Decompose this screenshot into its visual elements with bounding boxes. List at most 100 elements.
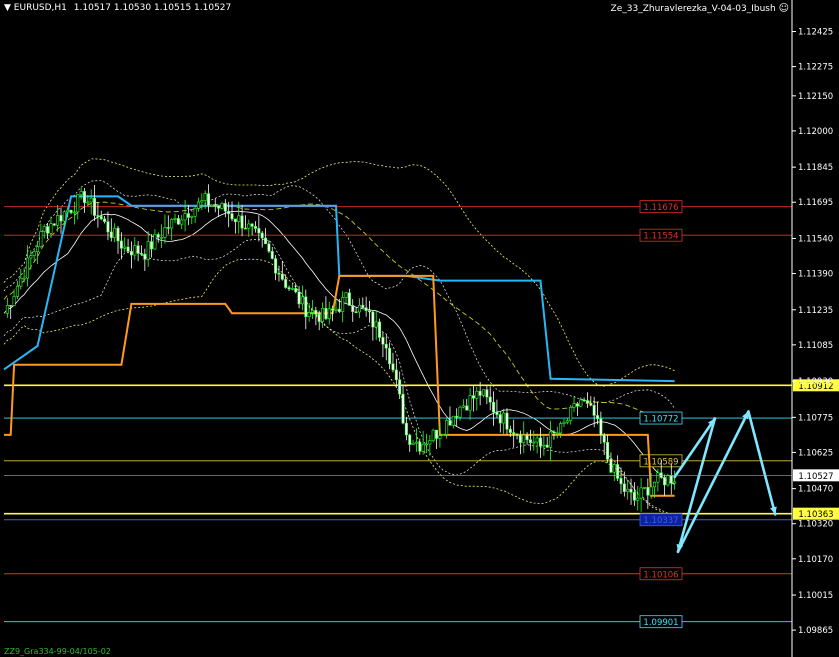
candle-body [374,321,378,328]
candle-body [300,296,304,305]
candle-body [378,321,382,338]
tick-label-12: 1.10625 [798,448,833,458]
candle-body [126,246,130,252]
tick-label-6: 1.11540 [798,234,833,244]
forecast-segment-2 [676,410,750,554]
candle-body [482,389,486,396]
candle-body [186,213,190,218]
tick-label-8: 1.11235 [798,306,833,316]
candle-body [619,478,623,485]
candle-body [391,363,395,371]
candle-body [264,237,268,245]
candle-body [606,442,610,460]
candle-body [129,251,133,256]
ma-line [3,210,675,485]
candle-body [632,491,636,501]
candle-body [411,442,415,445]
level-label-6: 1.10337 [643,516,678,526]
candle-body [12,296,16,306]
candle-body [217,205,221,209]
candle-body [401,393,405,424]
candle-body [475,390,479,399]
candle-body [616,464,620,479]
candle-body [19,277,23,287]
candle-body [448,420,452,426]
candle-body [582,399,586,402]
candle-body [193,208,197,217]
candle-body [223,203,227,212]
candle-body [304,296,308,317]
candle-body [59,215,63,222]
candle-body [290,288,294,290]
tick-label-9: 1.11085 [798,341,833,351]
smiley-icon: ☺ [778,3,789,14]
candle-body [200,200,204,203]
ohlc-values: 1.10517 1.10530 1.10515 1.10527 [73,3,232,13]
candle-body [190,215,194,218]
header-triangle-icon: ▼ [4,3,11,13]
candle-body [602,434,606,443]
candle-body [435,429,439,439]
candle-body [119,240,123,249]
candle-body [253,226,257,229]
candle-body [512,432,516,435]
candle-body [364,307,368,311]
price-chart[interactable]: 1.116761.115541.107721.105891.103371.101… [0,0,839,657]
candle-body [562,421,566,424]
candle-body [314,310,318,315]
candle-body [478,390,482,396]
candle-body [421,443,425,452]
candle-body [414,441,418,444]
candle-body [5,304,9,314]
tick-label-3: 1.12000 [798,127,833,137]
candle-body [455,415,459,418]
symbol-label: EURUSD,H1 [13,3,67,13]
candle-body [357,304,361,313]
candle-body [240,215,244,229]
candle-body [431,429,435,441]
candle-body [237,215,241,223]
candle-body [42,226,46,232]
candle-body [287,287,291,290]
candle-body [36,246,40,252]
candle-body [176,218,180,225]
candle-body [458,406,462,418]
candle-body [351,305,355,313]
candle-body [612,464,616,473]
candle-body [79,191,83,195]
candle-body [173,218,177,220]
candle-body [136,245,140,254]
candle-body [528,439,532,444]
candle-body [666,475,670,486]
candle-body [163,227,167,238]
candle-body [183,213,187,221]
forecast-segment-1 [676,417,717,554]
forecast-segment-0 [673,417,717,479]
candle-body [515,433,519,436]
candle-body [461,405,465,408]
candle-body [341,297,345,312]
candle-body [559,423,563,434]
candle-body [170,219,174,229]
blue-channel [3,195,675,383]
candle-body [639,487,643,499]
candle-body [62,211,66,222]
candle-body [361,304,365,309]
candle-body [270,251,274,259]
candle-body [388,347,392,365]
candle-body [123,246,127,249]
tick-label-11: 1.10775 [798,413,833,423]
candle-body [331,308,335,311]
candle-body [69,209,73,213]
tick-label-4: 1.11845 [798,163,833,173]
current-price-label: 1.10527 [798,472,833,482]
candles [5,184,677,512]
candle-body [622,483,626,492]
candle-body [522,434,526,443]
candle-body [425,443,429,446]
candle-body [599,418,603,436]
candle-body [508,428,512,433]
candle-body [243,227,247,230]
candle-body [284,279,288,288]
candle-body [113,227,117,238]
